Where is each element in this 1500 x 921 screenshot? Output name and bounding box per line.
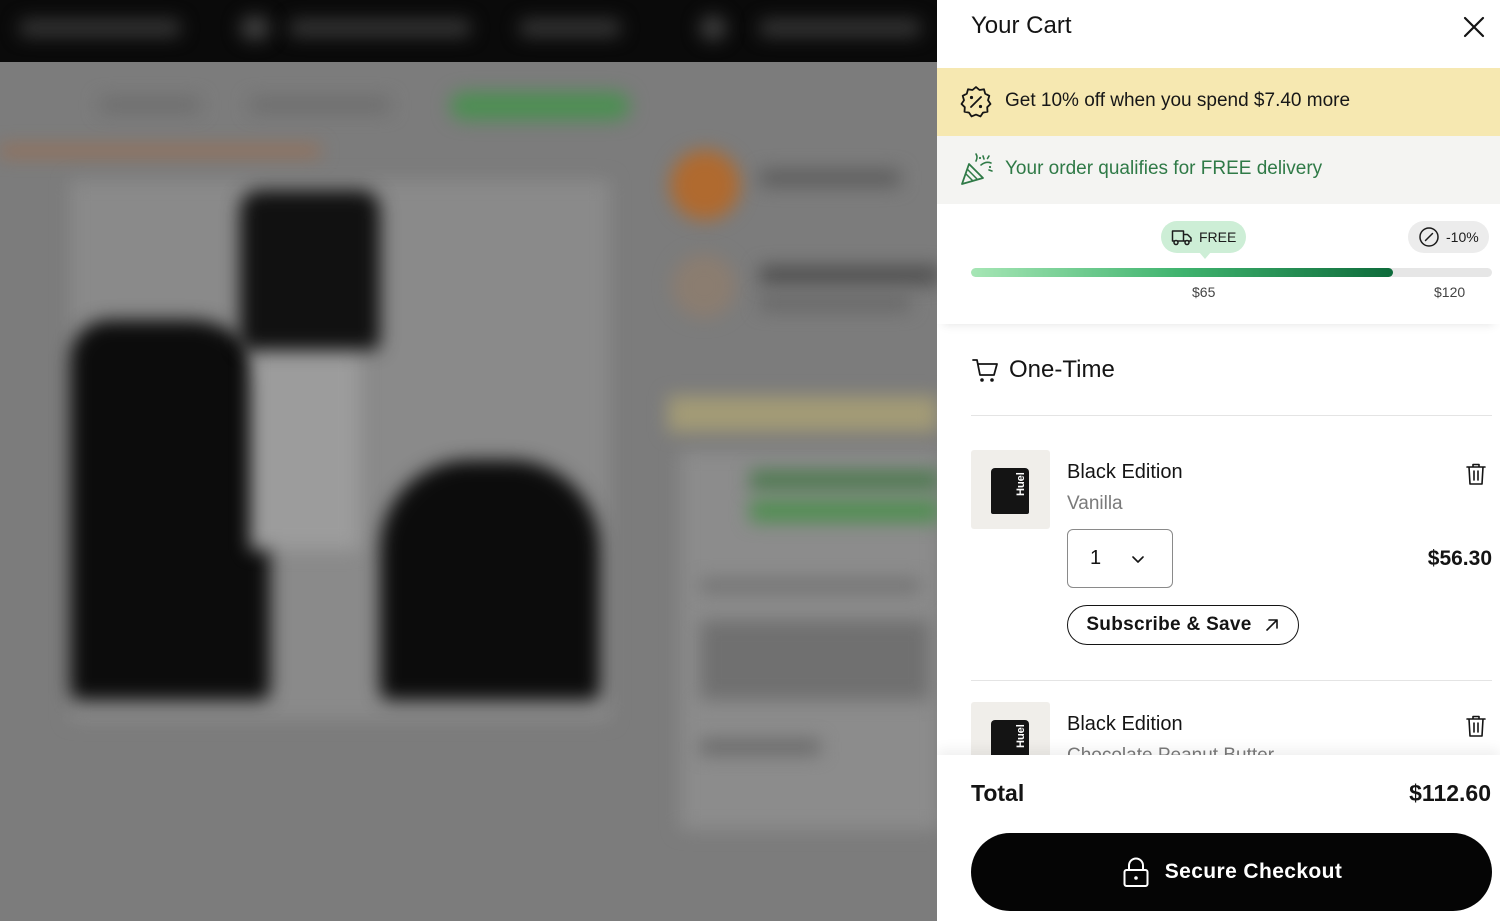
- bg-blur-block: [520, 20, 620, 36]
- cart-icon: [972, 359, 998, 382]
- section-divider: [971, 415, 1492, 416]
- product-brand-mark: Huel: [1015, 724, 1027, 748]
- bg-blur-block: [760, 296, 910, 310]
- bg-flavor-swatch: [670, 150, 740, 220]
- product-variant: Vanilla: [1067, 493, 1123, 514]
- close-icon: [1463, 16, 1485, 38]
- bg-blur-block: [760, 170, 900, 186]
- one-time-section-title: One-Time: [1009, 356, 1115, 383]
- cart-drawer: Your Cart Get 10% off when you spend $7.…: [937, 0, 1500, 921]
- total-value: $112.60: [1409, 780, 1491, 806]
- line-item-price: $56.30: [1427, 547, 1492, 570]
- one-time-section-header: One-Time: [971, 356, 1115, 384]
- item-divider: [971, 680, 1492, 681]
- bg-blur-block: [0, 146, 320, 156]
- discount-milestone: -10%: [1408, 221, 1489, 253]
- chevron-down-icon: [1132, 556, 1144, 563]
- bg-blur-block: [20, 20, 180, 36]
- product-thumbnail[interactable]: Huel: [971, 450, 1050, 529]
- bg-blur-block: [100, 98, 200, 112]
- spend-progress-section: FREE -10% $65 $120: [937, 204, 1500, 324]
- discount-threshold-amount: $120: [1434, 284, 1466, 300]
- cart-header: Your Cart: [937, 0, 1500, 68]
- spend-progress-fill: [971, 268, 1393, 277]
- cart-title: Your Cart: [971, 12, 1072, 39]
- arrow-up-right-icon: [1265, 619, 1278, 631]
- secure-checkout-label: Secure Checkout: [1164, 860, 1343, 883]
- bg-blur-block: [700, 16, 726, 40]
- free-delivery-text: Your order qualifies for FREE delivery: [1005, 158, 1323, 179]
- quantity-select[interactable]: 1: [1067, 529, 1173, 588]
- free-delivery-banner: Your order qualifies for FREE delivery: [937, 136, 1500, 204]
- discount-promo-banner: Get 10% off when you spend $7.40 more: [937, 68, 1500, 136]
- secure-checkout-button[interactable]: Secure Checkout: [971, 833, 1492, 911]
- discount-promo-text: Get 10% off when you spend $7.40 more: [1005, 90, 1351, 111]
- cart-line-item: Huel Black Edition Vanilla 1 $56.30 Subs…: [971, 450, 1492, 650]
- trash-icon: [1466, 463, 1486, 485]
- total-label: Total: [971, 780, 1025, 806]
- bg-product-bag: [70, 320, 270, 700]
- quantity-value: 1: [1090, 547, 1102, 569]
- bg-product-bag: [380, 460, 600, 700]
- spend-progress-bar: [971, 268, 1492, 277]
- bg-product-bottle: [250, 340, 360, 550]
- product-brand-mark: Huel: [1015, 472, 1027, 496]
- truck-icon: [1171, 230, 1192, 246]
- bg-blur-block: [700, 620, 930, 700]
- party-popper-icon: [961, 153, 993, 185]
- trash-icon: [1466, 715, 1486, 737]
- bg-blur-block: [290, 20, 470, 36]
- subscribe-and-save-button[interactable]: Subscribe & Save: [1067, 605, 1299, 645]
- free-threshold-amount: $65: [1192, 284, 1216, 300]
- free-delivery-milestone: FREE: [1161, 221, 1247, 259]
- bg-blur-block: [760, 266, 937, 284]
- product-name[interactable]: Black Edition: [1067, 713, 1183, 736]
- bg-flavor-swatch: [672, 254, 736, 318]
- lock-icon: [1123, 857, 1149, 887]
- bg-blur-block: [250, 98, 390, 112]
- discount-badge-icon: [960, 86, 992, 118]
- bg-blur-block: [750, 500, 937, 522]
- cart-footer: Total $112.60 Secure Checkout: [937, 755, 1500, 921]
- bg-blur-block: [240, 16, 270, 40]
- bg-blur-block: [700, 740, 820, 754]
- discount-milestone-label: -10%: [1446, 229, 1479, 245]
- discount-check-icon: [1419, 227, 1439, 247]
- remove-item-button[interactable]: [1465, 714, 1487, 738]
- subscribe-and-save-label: Subscribe & Save: [1086, 614, 1252, 635]
- bg-blur-block: [668, 396, 937, 432]
- remove-item-button[interactable]: [1465, 462, 1487, 486]
- background-product-page: [0, 0, 937, 921]
- close-button[interactable]: [1459, 12, 1489, 42]
- bg-blur-block: [450, 92, 630, 120]
- bg-blur-block: [700, 580, 920, 592]
- free-milestone-label: FREE: [1199, 229, 1237, 245]
- bg-product-bottle-cap: [240, 190, 380, 350]
- product-name[interactable]: Black Edition: [1067, 461, 1183, 484]
- bg-blur-block: [750, 470, 937, 490]
- bg-blur-block: [760, 20, 920, 36]
